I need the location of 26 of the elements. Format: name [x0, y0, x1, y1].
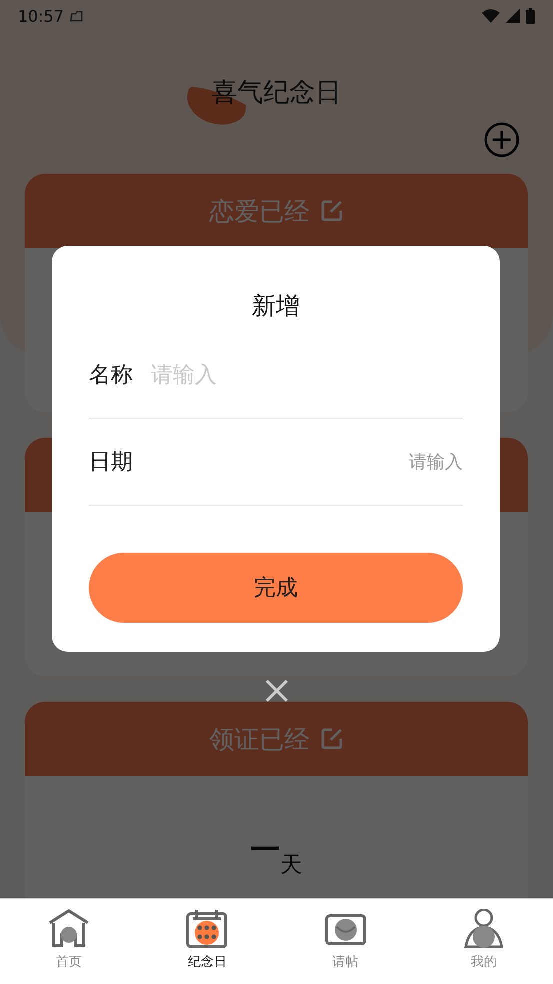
- calendar-icon: [186, 909, 228, 949]
- field-label: 名称: [89, 362, 133, 390]
- card-title: 领证已经: [210, 724, 310, 756]
- edit-icon[interactable]: [320, 199, 344, 223]
- nav-tab[interactable]: 首页: [0, 899, 138, 984]
- notification-icon: [70, 10, 84, 22]
- card-title: 恋爱已经: [210, 196, 310, 228]
- done-button[interactable]: 完成: [89, 553, 463, 623]
- edit-icon[interactable]: [320, 727, 344, 751]
- person-icon: [462, 909, 505, 949]
- battery-icon: [526, 8, 535, 24]
- signal-icon: [506, 9, 520, 23]
- dialog-title: 新增: [252, 291, 300, 322]
- home-icon: [48, 909, 90, 949]
- day-unit: 天: [280, 852, 302, 880]
- app-title: 喜气纪念日: [212, 78, 342, 108]
- add-icon[interactable]: [484, 122, 520, 158]
- nav-tab[interactable]: 纪念日: [138, 899, 276, 984]
- day-count: 一: [250, 832, 280, 870]
- input-field[interactable]: 请输入: [151, 452, 463, 472]
- nav-tab[interactable]: 我的: [414, 899, 553, 984]
- nav-tab[interactable]: 请帖: [276, 899, 415, 984]
- status-time: 10:57: [18, 6, 64, 26]
- field-label: 日期: [89, 449, 133, 477]
- close-icon[interactable]: [265, 679, 289, 703]
- wifi-icon: [482, 9, 500, 23]
